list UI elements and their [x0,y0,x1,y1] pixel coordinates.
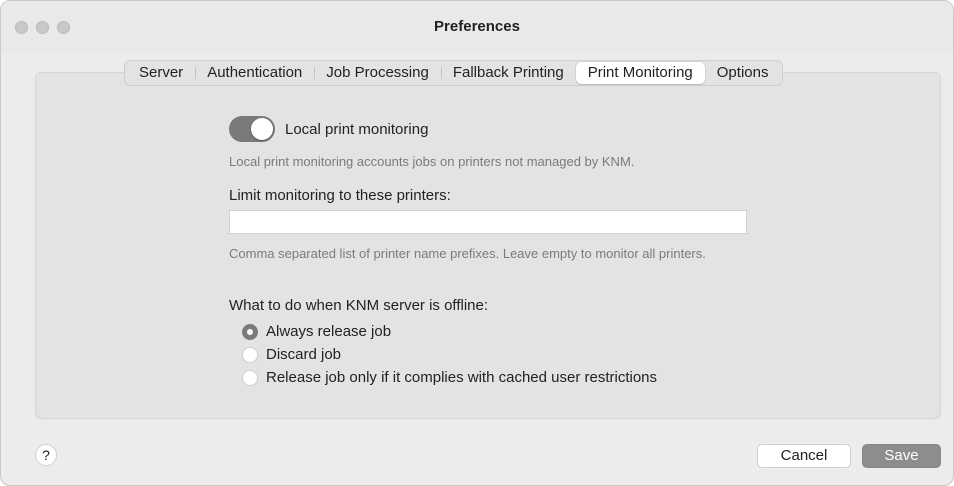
preferences-window: Preferences Server Authentication Job Pr… [0,0,954,486]
tab-server[interactable]: Server [127,62,195,84]
radio-label: Always release job [266,323,392,340]
tab-print-monitoring[interactable]: Print Monitoring [575,62,705,84]
toggle-knob [251,118,273,140]
printers-input[interactable] [229,210,747,234]
offline-behavior-label: What to do when KNM server is offline: [229,297,488,314]
title-bar: Preferences [1,1,953,53]
local-monitoring-row: Local print monitoring [229,116,428,142]
radio-always-release[interactable]: Always release job [242,320,657,343]
local-monitoring-label: Local print monitoring [285,120,429,138]
tab-bar: Server Authentication Job Processing Fal… [124,60,784,86]
offline-options: Always release job Discard job Release j… [242,320,657,389]
radio-release-if-compliant[interactable]: Release job only if it complies with cac… [242,366,657,389]
radio-label: Discard job [266,346,342,363]
radio-button[interactable] [242,346,258,363]
help-button[interactable]: ? [35,444,57,466]
window-title: Preferences [434,18,520,35]
radio-button-checked[interactable] [242,323,258,340]
local-monitoring-toggle[interactable] [229,116,275,142]
tab-job-processing[interactable]: Job Processing [314,62,441,84]
tab-options[interactable]: Options [705,62,781,84]
tab-authentication[interactable]: Authentication [195,62,314,84]
radio-discard-job[interactable]: Discard job [242,343,657,366]
cancel-button[interactable]: Cancel [757,444,851,468]
printers-help: Comma separated list of printer name pre… [229,246,706,261]
local-monitoring-help: Local print monitoring accounts jobs on … [229,154,635,169]
tab-fallback-printing[interactable]: Fallback Printing [440,62,576,84]
save-button[interactable]: Save [862,444,941,468]
radio-button[interactable] [242,369,258,386]
radio-label: Release job only if it complies with cac… [266,369,658,386]
limit-printers-label: Limit monitoring to these printers: [229,187,451,204]
